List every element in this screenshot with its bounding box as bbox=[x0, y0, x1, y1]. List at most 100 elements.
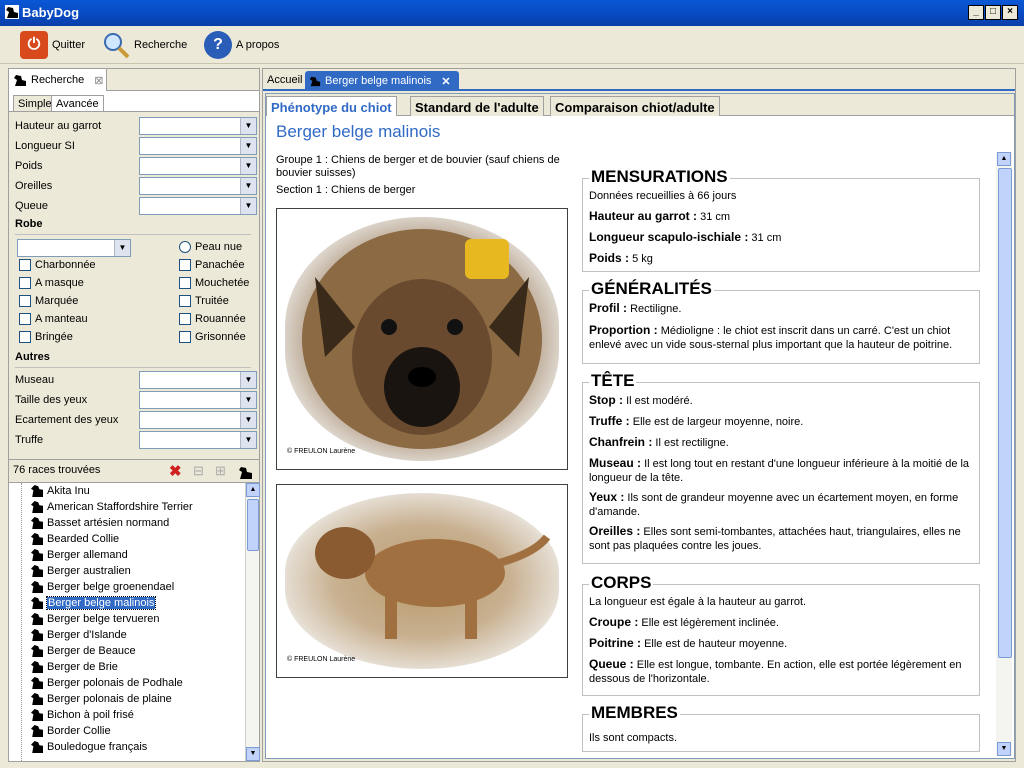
checkbox-icon bbox=[19, 259, 31, 271]
tab-breed[interactable]: Berger belge malinois ✕ bbox=[305, 71, 459, 91]
scroll-thumb[interactable] bbox=[998, 168, 1012, 658]
check-panachee[interactable]: Panachée bbox=[179, 259, 245, 271]
close-view-icon[interactable]: ⊠ bbox=[94, 74, 103, 87]
content-scrollbar[interactable]: ▲ ▼ bbox=[996, 152, 1012, 756]
chevron-down-icon: ▼ bbox=[240, 138, 256, 154]
mensuration-row: Poids : 5 kg bbox=[589, 251, 975, 266]
search-view-tab[interactable]: Recherche ⊠ bbox=[9, 69, 107, 91]
breed-list-item[interactable]: Basset artésien normand bbox=[31, 515, 169, 531]
breed-list-item[interactable]: American Staffordshire Terrier bbox=[31, 499, 193, 515]
breed-list-item[interactable]: Berger polonais de plaine bbox=[31, 691, 172, 707]
tab-phenotype[interactable]: Phénotype du chiot bbox=[266, 96, 397, 116]
breed-list-item[interactable]: Berger de Beauce bbox=[31, 643, 136, 659]
chevron-down-icon: ▼ bbox=[240, 198, 256, 214]
puppy-photo-head: © FREULON Laurène bbox=[276, 208, 568, 470]
oreilles-select[interactable]: ▼ bbox=[139, 177, 257, 195]
breed-list-item[interactable]: Bearded Collie bbox=[31, 531, 119, 547]
row-key: Poitrine : bbox=[589, 636, 642, 650]
breed-list-item[interactable]: Berger d'Islande bbox=[31, 627, 127, 643]
search-button[interactable]: Recherche bbox=[102, 30, 187, 60]
museau-select[interactable]: ▼ bbox=[139, 371, 257, 389]
check-marquee[interactable]: Marquée bbox=[19, 295, 78, 307]
quit-button[interactable]: ⏻ Quitter bbox=[20, 30, 85, 60]
check-label: Charbonnée bbox=[35, 259, 96, 271]
check-mouchetee[interactable]: Mouchetée bbox=[179, 277, 249, 289]
scroll-down-icon[interactable]: ▼ bbox=[997, 742, 1011, 756]
group-text: Groupe 1 : Chiens de berger et de bouvie… bbox=[276, 154, 560, 179]
robe-select[interactable]: ▼ bbox=[17, 239, 131, 257]
checkbox-icon bbox=[179, 331, 191, 343]
breed-list-item[interactable]: Akita Inu bbox=[31, 483, 90, 499]
section-title: TÊTE bbox=[589, 371, 637, 391]
check-rouannee[interactable]: Rouannée bbox=[179, 313, 246, 325]
queue-select[interactable]: ▼ bbox=[139, 197, 257, 215]
check-charbonnee[interactable]: Charbonnée bbox=[19, 259, 96, 271]
check-a-masque[interactable]: A masque bbox=[19, 277, 84, 289]
tab-comparison[interactable]: Comparaison chiot/adulte bbox=[550, 96, 720, 116]
breed-list-item[interactable]: Border Collie bbox=[31, 723, 111, 739]
field-label: Poids bbox=[15, 160, 43, 172]
breed-list-scrollbar[interactable]: ▲ ▼ bbox=[245, 483, 260, 761]
tab-home[interactable]: Accueil bbox=[263, 71, 306, 91]
close-tab-icon[interactable]: ✕ bbox=[441, 75, 450, 88]
check-a-manteau[interactable]: A manteau bbox=[19, 313, 88, 325]
scroll-thumb[interactable] bbox=[247, 499, 259, 551]
truffe-select[interactable]: ▼ bbox=[139, 431, 257, 449]
check-grisonnee[interactable]: Grisonnée bbox=[179, 331, 246, 343]
tab-advanced[interactable]: Avancée bbox=[51, 95, 104, 112]
ecartement-yeux-select[interactable]: ▼ bbox=[139, 411, 257, 429]
breed-list-item[interactable]: Berger belge malinois bbox=[31, 595, 157, 611]
breed-list-item[interactable]: Berger belge tervueren bbox=[31, 611, 160, 627]
dog-icon bbox=[31, 597, 43, 609]
puppy-photo-body: © FREULON Laurène bbox=[276, 484, 568, 678]
breed-list-item[interactable]: Bichon à poil frisé bbox=[31, 707, 134, 723]
breed-list-item[interactable]: Bouledogue français bbox=[31, 739, 147, 755]
check-truitee[interactable]: Truitée bbox=[179, 295, 229, 307]
taille-yeux-select[interactable]: ▼ bbox=[139, 391, 257, 409]
row-key: Oreilles : bbox=[589, 524, 641, 538]
row-key: Stop : bbox=[589, 393, 623, 407]
close-window-button[interactable]: × bbox=[1002, 5, 1018, 20]
checkbox-icon bbox=[179, 313, 191, 325]
dog-icon bbox=[31, 517, 43, 529]
maximize-button[interactable]: □ bbox=[985, 5, 1001, 20]
window-title: BabyDog bbox=[22, 5, 80, 20]
scroll-up-icon[interactable]: ▲ bbox=[246, 483, 260, 497]
tab-standard[interactable]: Standard de l'adulte bbox=[410, 96, 544, 116]
results-header: 76 races trouvées ✖ ⊟ ⊞ bbox=[9, 459, 259, 483]
breed-name: Berger de Beauce bbox=[47, 645, 136, 657]
breed-list-item[interactable]: Berger de Brie bbox=[31, 659, 118, 675]
scroll-down-icon[interactable]: ▼ bbox=[246, 747, 260, 761]
radio-peau-nue[interactable]: Peau nue bbox=[179, 241, 242, 253]
row-key: Museau : bbox=[589, 456, 642, 470]
tete-row: Yeux : Ils sont de grandeur moyenne avec… bbox=[589, 490, 975, 519]
dog-icon bbox=[31, 501, 43, 513]
dogs-icon[interactable] bbox=[237, 464, 253, 480]
tete-row: Oreilles : Elles sont semi-tombantes, at… bbox=[589, 524, 975, 553]
longueur-select[interactable]: ▼ bbox=[139, 137, 257, 155]
check-bringee[interactable]: Bringée bbox=[19, 331, 73, 343]
field-ecartement-yeux: Ecartement des yeux ▼ bbox=[15, 411, 257, 429]
breed-list-item[interactable]: Berger polonais de Podhale bbox=[31, 675, 183, 691]
breed-name: American Staffordshire Terrier bbox=[47, 501, 193, 513]
field-hauteur: Hauteur au garrot ▼ bbox=[15, 117, 257, 135]
breed-list-item[interactable]: Berger belge groenendael bbox=[31, 579, 174, 595]
breed-list-item[interactable]: Berger australien bbox=[31, 563, 131, 579]
about-button[interactable]: ? A propos bbox=[204, 30, 279, 60]
checkbox-icon bbox=[19, 295, 31, 307]
clear-icon[interactable]: ✖ bbox=[169, 462, 182, 480]
section-title: MENSURATIONS bbox=[589, 167, 730, 187]
group-info: Groupe 1 : Chiens de berger et de bouvie… bbox=[276, 154, 566, 197]
row-value: Il est modéré. bbox=[626, 395, 693, 407]
poids-select[interactable]: ▼ bbox=[139, 157, 257, 175]
checkbox-icon bbox=[19, 313, 31, 325]
breed-list-item[interactable]: Berger allemand bbox=[31, 547, 128, 563]
collapse-icon[interactable]: ⊟ bbox=[193, 463, 204, 479]
scroll-up-icon[interactable]: ▲ bbox=[997, 152, 1011, 166]
robe-heading: Robe bbox=[15, 218, 43, 230]
minimize-button[interactable]: _ bbox=[968, 5, 984, 20]
breed-list: Akita Inu American Staffordshire Terrier B… bbox=[9, 483, 245, 761]
expand-icon[interactable]: ⊞ bbox=[215, 463, 226, 479]
hauteur-select[interactable]: ▼ bbox=[139, 117, 257, 135]
generalites-section: GÉNÉRALITÉS Profil : Rectiligne. Proport… bbox=[582, 279, 980, 364]
